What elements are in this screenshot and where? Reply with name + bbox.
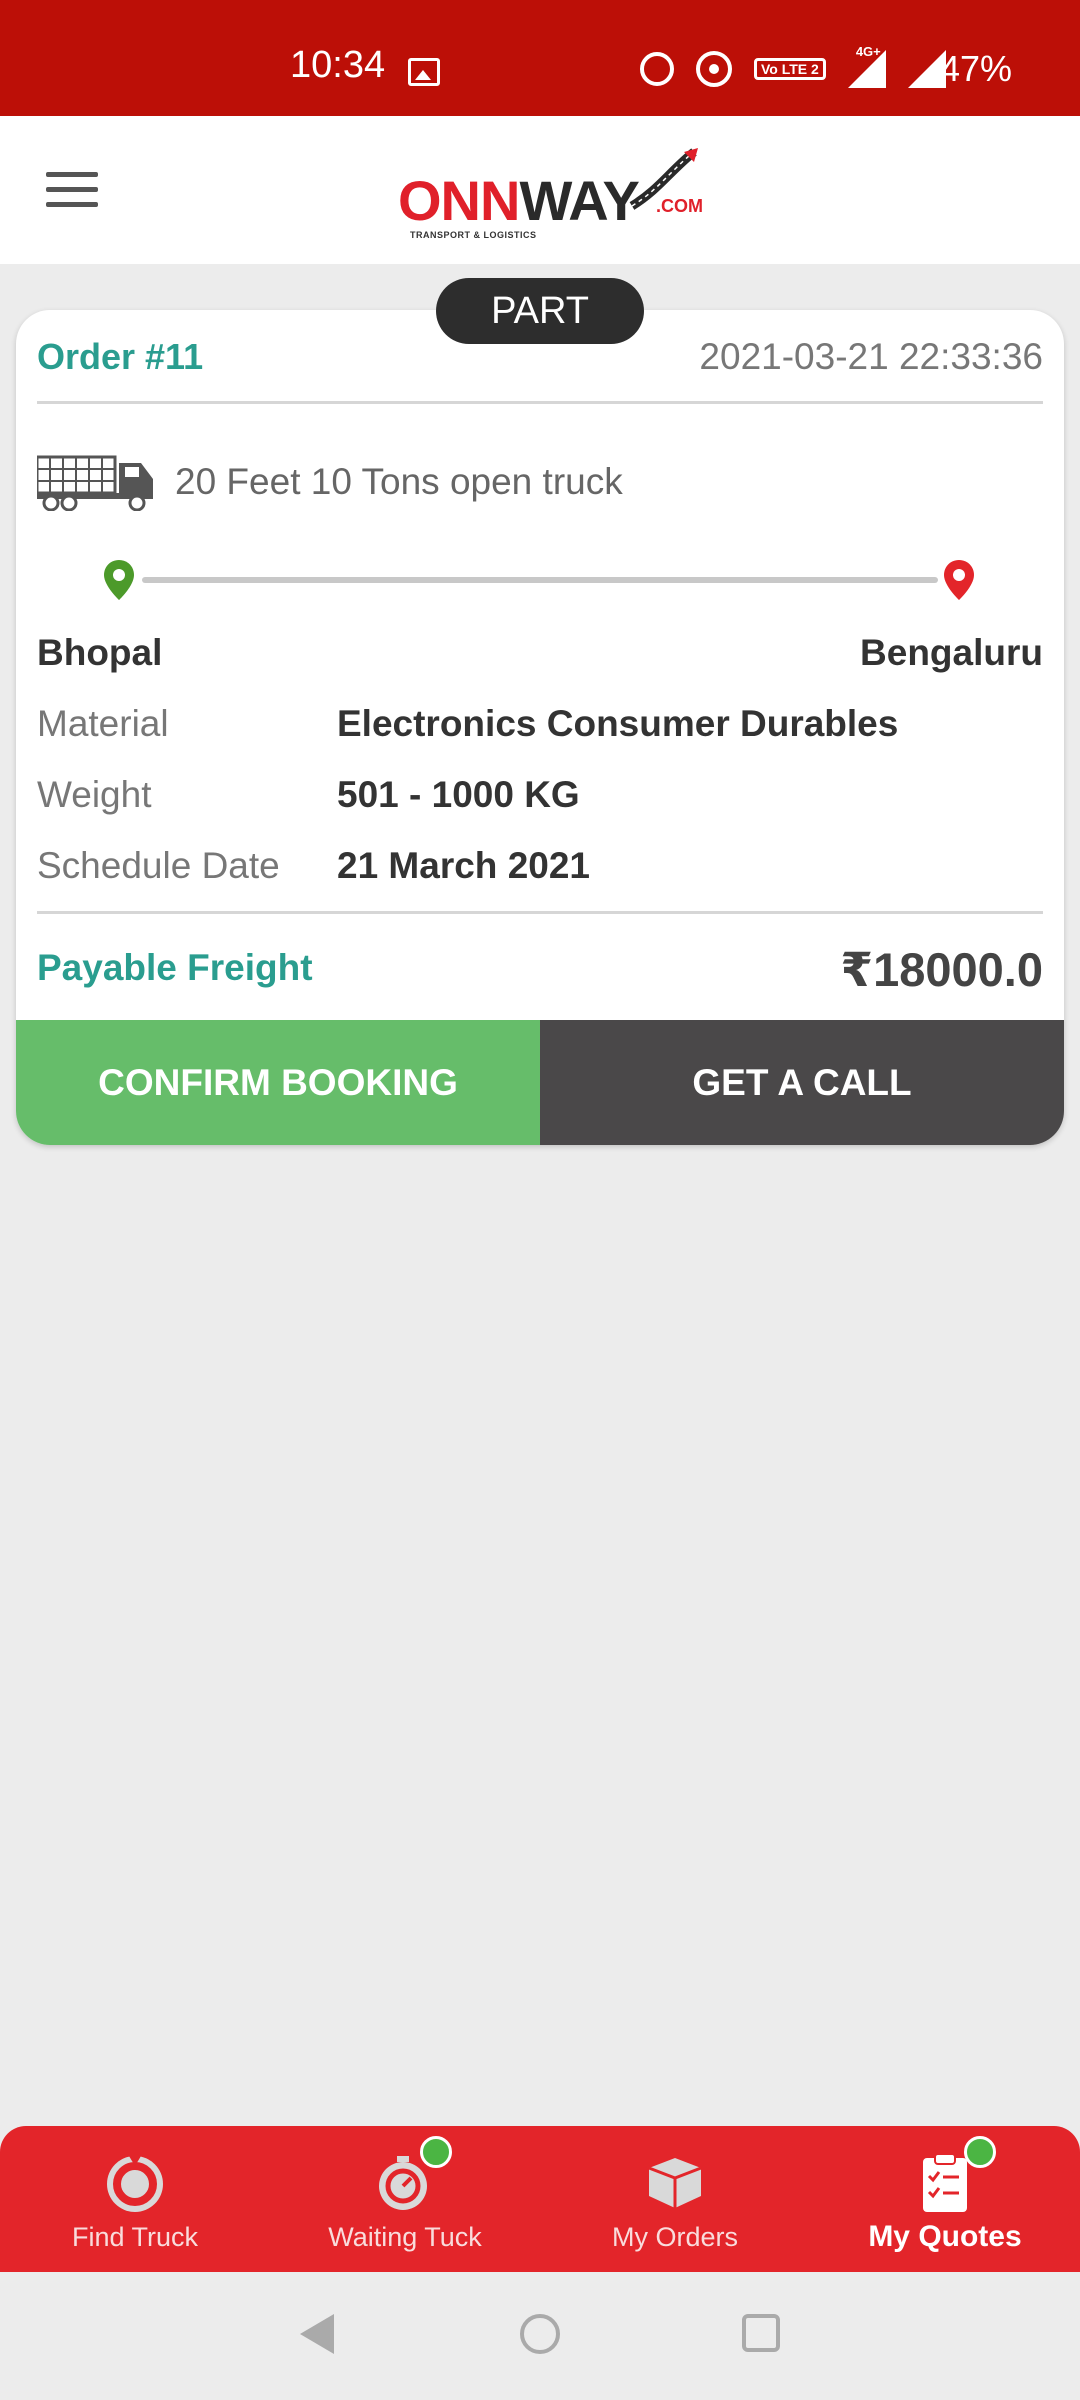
nav-label: Waiting Tuck	[328, 2222, 482, 2252]
order-card: Order #11 2021-03-21 22:33:36 20 Feet 10…	[16, 310, 1064, 1145]
truck-type: 20 Feet 10 Tons open truck	[175, 461, 623, 502]
freight-value: ₹18000.0	[840, 943, 1043, 996]
notification-dot	[420, 2136, 452, 2168]
divider	[37, 401, 1043, 404]
logo-text-red: ONN	[398, 169, 520, 232]
recent-apps-icon[interactable]	[742, 2314, 780, 2352]
home-icon[interactable]	[520, 2314, 560, 2354]
logo-text-dark: WAY	[519, 169, 639, 232]
nav-my-orders[interactable]: My Orders	[540, 2126, 810, 2272]
nav-label: My Quotes	[868, 2220, 1022, 2253]
hamburger-icon[interactable]	[46, 172, 98, 208]
logo-tagline: TRANSPORT & LOGISTICS	[410, 230, 537, 240]
detail-label: Material	[37, 703, 169, 744]
freight-label: Payable Freight	[37, 947, 313, 988]
network-type: 4G+	[855, 44, 881, 59]
truck-info: 20 Feet 10 Tons open truck	[37, 453, 623, 511]
part-badge: PART	[436, 278, 644, 344]
detail-label: Schedule Date	[37, 845, 280, 886]
app-header: ONNWAY .COM TRANSPORT & LOGISTICS	[0, 116, 1080, 264]
status-bar: 10:34 Vo LTE 2 4G+ 47%	[0, 0, 1080, 116]
find-truck-icon	[107, 2156, 163, 2212]
onnway-logo: ONNWAY .COM TRANSPORT & LOGISTICS	[398, 146, 703, 242]
origin-pin-icon	[104, 560, 134, 600]
nav-waiting-truck[interactable]: Waiting Tuck	[270, 2126, 540, 2272]
detail-label: Weight	[37, 774, 152, 815]
destination-city: Bengaluru	[860, 632, 1043, 673]
system-nav-bar	[0, 2272, 1080, 2400]
box-icon	[648, 2158, 702, 2208]
order-title: Order #11	[37, 336, 204, 377]
get-a-call-button[interactable]: GET A CALL	[540, 1020, 1064, 1145]
origin-city: Bhopal	[37, 632, 163, 673]
route-line	[104, 560, 974, 600]
nav-find-truck[interactable]: Find Truck	[0, 2126, 270, 2272]
nav-label: Find Truck	[71, 2222, 199, 2252]
detail-value: Electronics Consumer Durables	[337, 703, 899, 744]
notification-dot	[964, 2136, 996, 2168]
truck-icon	[37, 455, 153, 511]
detail-value: 21 March 2021	[337, 845, 591, 886]
destination-pin-icon	[944, 560, 974, 600]
divider	[37, 911, 1043, 914]
logo-com: .COM	[656, 196, 703, 216]
alarm-icon	[640, 52, 674, 86]
confirm-booking-button[interactable]: CONFIRM BOOKING	[16, 1020, 540, 1145]
nav-label: My Orders	[611, 2222, 738, 2252]
status-time: 10:34	[290, 44, 386, 86]
detail-value: 501 - 1000 KG	[337, 774, 580, 815]
nav-my-quotes[interactable]: My Quotes	[810, 2126, 1080, 2272]
bottom-nav: Find Truck Waiting Tuck My Orders My Quo…	[0, 2126, 1080, 2272]
hotspot-icon	[696, 51, 732, 87]
back-icon[interactable]	[300, 2314, 334, 2354]
signal-icon: 4G+	[847, 44, 886, 88]
status-icons: Vo LTE 2 4G+	[640, 44, 946, 88]
image-icon	[408, 58, 440, 86]
battery-level: 47%	[940, 48, 1013, 89]
order-datetime: 2021-03-21 22:33:36	[699, 336, 1043, 377]
volte-icon: Vo LTE 2	[754, 58, 826, 80]
